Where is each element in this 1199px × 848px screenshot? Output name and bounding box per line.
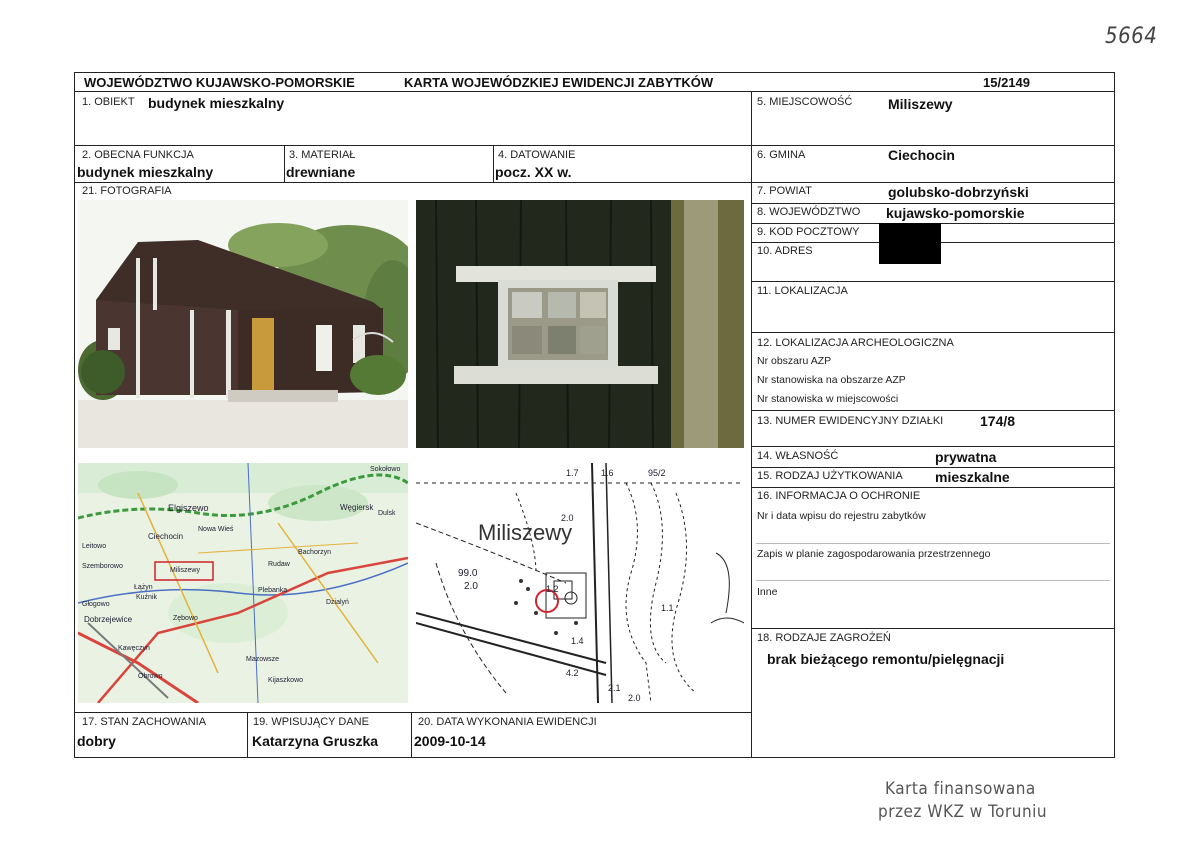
- house-photo: [78, 200, 408, 448]
- field-13-label: 13. NUMER EWIDENCYJNY DZIAŁKI: [757, 415, 944, 427]
- card-number: 15/2149: [983, 75, 1030, 90]
- field-16-label: 16. INFORMACJA O OCHRONIE: [757, 490, 921, 502]
- field-7-value: golubsko-dobrzyński: [888, 184, 1029, 200]
- parcel-number: 2.0: [464, 581, 478, 592]
- field-20-label: 20. DATA WYKONANIA EWIDENCJI: [418, 716, 597, 728]
- field-16-line: Nr i data wpisu do rejestru zabytków: [757, 510, 926, 522]
- field-12-label: 12. LOKALIZACJA ARCHEOLOGICZNA: [757, 337, 954, 349]
- field-9-label: 9. KOD POCZTOWY: [757, 226, 860, 238]
- parcel-number: 1.2: [546, 584, 559, 594]
- field-5-label: 5. MIEJSCOWOŚĆ: [757, 96, 853, 108]
- parcel-number: 2.0: [561, 513, 574, 523]
- field-13-value: 174/8: [980, 413, 1016, 429]
- field-15-label: 15. RODZAJ UŻYTKOWANIA: [757, 470, 903, 482]
- field-12-line: Nr obszaru AZP: [757, 355, 832, 367]
- map-label: Kijaszkowo: [268, 677, 304, 684]
- field-3-label: 3. MATERIAŁ: [289, 149, 356, 161]
- field-4-value: pocz. XX w.: [495, 164, 572, 180]
- field-8-label: 8. WOJEWÓDZTWO: [757, 206, 861, 218]
- map-label: Węgiersk: [340, 503, 374, 512]
- map-label: Leitowo: [82, 543, 107, 550]
- field-6-label: 6. GMINA: [757, 149, 806, 161]
- field-3-value: drewniane: [286, 164, 356, 180]
- map-label: Plebanka: [258, 587, 288, 594]
- field-12-line: Nr stanowiska na obszarze AZP: [757, 374, 906, 386]
- map-label: Miliszewy: [170, 567, 200, 574]
- map-label: Nowa Wieś: [198, 526, 234, 533]
- archive-number: 5664: [1105, 24, 1158, 49]
- field-19-value: Katarzyna Gruszka: [252, 733, 379, 749]
- field-19-label: 19. WPISUJĄCY DANE: [253, 716, 369, 728]
- map-label: Rudaw: [268, 561, 290, 568]
- field-16-line: Zapis w planie zagospodarowania przestrz…: [757, 548, 991, 560]
- field-1-label: 1. OBIEKT: [82, 96, 135, 108]
- parcel-number: 1.1: [661, 603, 674, 613]
- field-17-label: 17. STAN ZACHOWANIA: [82, 716, 207, 728]
- field-7-label: 7. POWIAT: [757, 185, 812, 197]
- map-label: Sokołowo: [370, 466, 401, 473]
- map-label: Dzialyń: [326, 599, 349, 606]
- field-8-value: kujawsko-pomorskie: [886, 205, 1025, 221]
- parcel-number: 2.0: [628, 693, 641, 703]
- map-label: Zębowo: [173, 615, 198, 622]
- field-4-label: 4. DATOWANIE: [498, 149, 576, 161]
- field-15-value: mieszkalne: [935, 469, 1010, 485]
- field-17-value: dobry: [77, 733, 116, 749]
- header-region: WOJEWÓDZTWO KUJAWSKO-POMORSKIE: [84, 75, 355, 90]
- field-1-value: budynek mieszkalny: [148, 95, 285, 111]
- parcel-number: 1.7: [566, 468, 579, 478]
- field-20-value: 2009-10-14: [414, 733, 486, 749]
- cadastral-map: Miliszewy 1.7 1.6 95/2 2.0 99.0 2.0 1.2 …: [416, 463, 744, 703]
- parcel-number: 95/2: [648, 468, 666, 478]
- postal-code-redaction: [879, 223, 941, 264]
- parcel-number: 1.6: [601, 468, 614, 478]
- parcel-number: 1.4: [571, 636, 584, 646]
- field-18-label: 18. RODZAJE ZAGROŻEŃ: [757, 632, 891, 644]
- map-label: Szemborowo: [82, 563, 123, 570]
- parcel-number: 2.1: [608, 683, 621, 693]
- field-14-label: 14. WŁASNOŚĆ: [757, 450, 839, 462]
- map-label: Kuźnik: [136, 594, 158, 601]
- field-2-value: budynek mieszkalny: [77, 164, 214, 180]
- map-label: Elgiszewo: [168, 503, 209, 513]
- field-5-value: Miliszewy: [888, 96, 953, 112]
- parcel-number: 99.0: [458, 568, 478, 579]
- map-label: Bachorzyn: [298, 549, 332, 556]
- field-11-label: 11. LOKALIZACJA: [757, 285, 848, 297]
- field-21-label: 21. FOTOGRAFIA: [82, 185, 172, 197]
- map-label: Głogowo: [82, 601, 110, 608]
- field-16-line: Inne: [757, 586, 778, 598]
- funding-stamp-line-1: Karta finansowana: [885, 779, 1036, 799]
- map-label: Obrowo: [138, 673, 163, 680]
- field-6-value: Ciechocin: [888, 147, 955, 163]
- field-14-value: prywatna: [935, 449, 997, 465]
- road-map: Elgiszewo Ciechocin Nowa Wieś Miliszewy …: [78, 463, 408, 703]
- map-label: Kawęczyn: [118, 645, 150, 652]
- header-title: KARTA WOJEWÓDZKIEJ EWIDENCJI ZABYTKÓW: [404, 75, 714, 90]
- map-label: Dobrzejewice: [84, 615, 133, 624]
- map-label: Ciechocin: [148, 532, 184, 541]
- funding-stamp-line-2: przez WKZ w Toruniu: [878, 802, 1048, 822]
- village-name: Miliszewy: [478, 520, 573, 545]
- field-10-label: 10. ADRES: [757, 245, 813, 257]
- map-label: Dulsk: [378, 510, 396, 517]
- field-12-line: Nr stanowiska w miejscowości: [757, 393, 899, 405]
- field-2-label: 2. OBECNA FUNKCJA: [82, 149, 194, 161]
- field-18-value: brak bieżącego remontu/pielęgnacji: [767, 651, 1005, 667]
- map-label: Mazowsze: [246, 656, 280, 663]
- parcel-number: 4.2: [566, 668, 579, 678]
- window-photo: [416, 200, 744, 448]
- map-label: Łążyn: [134, 584, 153, 591]
